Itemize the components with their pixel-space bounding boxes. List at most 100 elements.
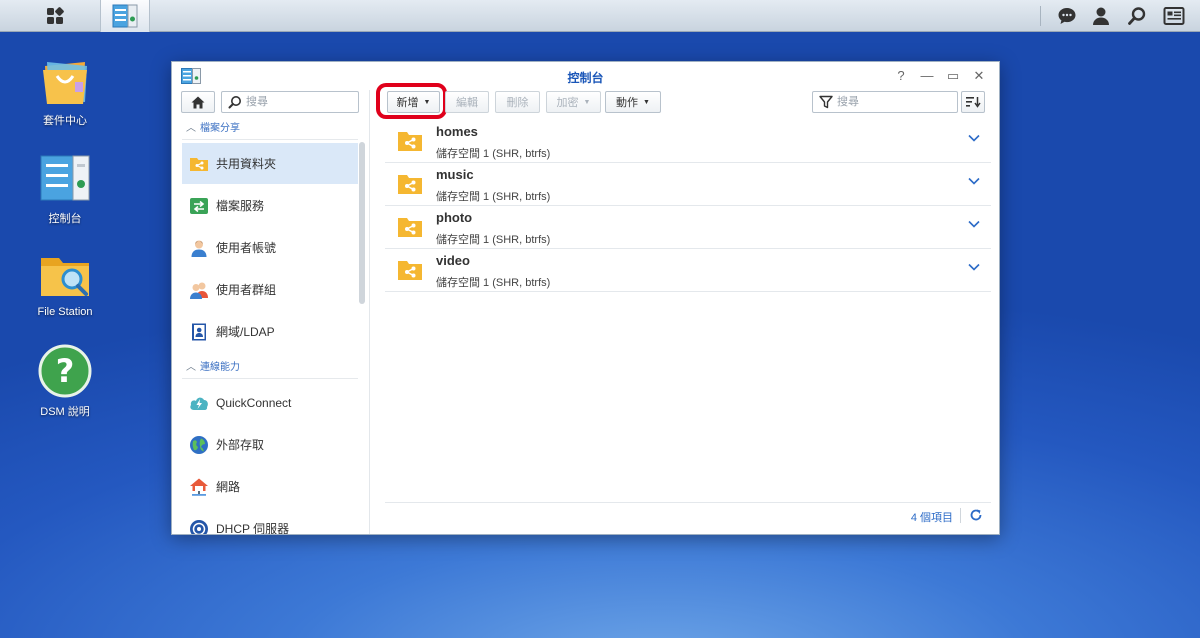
sidebar-scrollbar[interactable] — [359, 142, 365, 304]
svg-text:?: ? — [56, 352, 75, 390]
widgets-button[interactable] — [1157, 0, 1191, 32]
home-button[interactable] — [181, 91, 215, 113]
control-panel-window: 控制台 ? — ▭ ✕ ︿ 檔案分享 — [171, 61, 1000, 535]
chevron-down-icon[interactable] — [968, 177, 980, 185]
desktop-icon-label: 控制台 — [48, 213, 82, 225]
section-header-file-sharing[interactable]: ︿ 檔案分享 — [182, 118, 358, 140]
chevron-down-icon[interactable] — [968, 134, 980, 142]
dhcp-server-icon — [190, 519, 208, 534]
shared-folder-icon — [190, 157, 208, 171]
sidebar-item-file-services[interactable]: 檔案服務 — [182, 185, 358, 226]
folder-volume: 儲存空間 1 (SHR, btrfs) — [436, 191, 551, 203]
folder-name: homes — [436, 124, 478, 139]
search-button[interactable] — [1120, 0, 1154, 32]
sidebar-item-network[interactable]: 網路 — [182, 466, 358, 507]
folder-volume: 儲存空間 1 (SHR, btrfs) — [436, 148, 551, 160]
group-icon — [190, 282, 208, 299]
chevron-up-icon: ︿ — [186, 123, 196, 134]
filter-search-box[interactable] — [812, 91, 958, 113]
filter-search-input[interactable] — [837, 94, 953, 110]
sidebar-search-box[interactable] — [221, 91, 359, 113]
chat-bubble-icon — [1058, 8, 1076, 24]
maximize-icon: ▭ — [946, 68, 960, 83]
sidebar-item-domain-ldap[interactable]: 網域/LDAP — [182, 311, 358, 352]
control-panel-icon — [112, 4, 138, 28]
sidebar-search-input[interactable] — [246, 94, 354, 110]
sidebar-item-user[interactable]: 使用者帳號 — [182, 227, 358, 268]
minimize-button[interactable]: — — [918, 67, 936, 85]
close-icon: ✕ — [973, 68, 985, 83]
shared-folder-list: homes 儲存空間 1 (SHR, btrfs) music 儲存空間 1 (… — [385, 120, 991, 292]
list-item[interactable]: music 儲存空間 1 (SHR, btrfs) — [385, 163, 991, 206]
help-icon: ? — [897, 68, 905, 83]
domain-ldap-icon — [192, 323, 206, 340]
sidebar-item-external-access[interactable]: 外部存取 — [182, 424, 358, 465]
list-item[interactable]: video 儲存空間 1 (SHR, btrfs) — [385, 249, 991, 292]
edit-button[interactable]: 編輯 — [445, 91, 489, 113]
sidebar-item-label: 共用資料夾 — [216, 157, 277, 171]
refresh-icon[interactable] — [969, 508, 983, 522]
chevron-down-icon[interactable] — [968, 263, 980, 271]
shared-folder-icon — [398, 218, 422, 237]
quickconnect-icon — [190, 397, 208, 410]
sidebar-item-label: 檔案服務 — [216, 199, 265, 213]
file-station-icon — [41, 258, 89, 296]
taskbar — [0, 0, 1200, 32]
sidebar-item-quickconnect[interactable]: QuickConnect — [182, 382, 358, 423]
highlight-annotation — [376, 83, 447, 119]
delete-button[interactable]: 刪除 — [495, 91, 540, 113]
taskbar-control-panel-button[interactable] — [100, 0, 150, 32]
shared-folder-icon — [398, 175, 422, 194]
folder-volume: 儲存空間 1 (SHR, btrfs) — [436, 234, 551, 246]
sidebar-item-label: 使用者帳號 — [216, 241, 277, 255]
file-services-icon — [190, 197, 208, 214]
folder-volume: 儲存空間 1 (SHR, btrfs) — [436, 277, 551, 289]
sort-button[interactable] — [961, 91, 985, 113]
shared-folder-icon — [398, 261, 422, 280]
external-access-icon — [190, 435, 208, 454]
filter-icon — [819, 95, 833, 109]
network-icon — [190, 478, 208, 496]
footer-separator — [960, 508, 961, 523]
desktop-icon-label: File Station — [37, 306, 93, 318]
list-item[interactable]: photo 儲存空間 1 (SHR, btrfs) — [385, 206, 991, 249]
sidebar-item-label: 使用者群組 — [216, 283, 277, 297]
window-titlebar[interactable]: 控制台 ? — ▭ ✕ — [172, 62, 999, 90]
main-menu-button[interactable] — [34, 0, 76, 32]
notifications-button[interactable] — [1050, 0, 1084, 32]
encrypt-button[interactable]: 加密 ▼ — [546, 91, 601, 113]
sort-icon — [966, 97, 981, 108]
chevron-up-icon: ︿ — [186, 362, 196, 373]
user-menu-button[interactable] — [1084, 0, 1118, 32]
caret-down-icon: ▼ — [643, 98, 650, 106]
user-icon — [1093, 7, 1109, 25]
section-header-connectivity[interactable]: ︿ 連線能力 — [182, 357, 358, 379]
help-icon: ? — [38, 344, 92, 398]
desktop-icon-file-station[interactable]: File Station — [20, 246, 110, 318]
list-item[interactable]: homes 儲存空間 1 (SHR, btrfs) — [385, 120, 991, 163]
sidebar-item-label: 網路 — [216, 480, 241, 494]
sidebar-item-label: 外部存取 — [216, 438, 265, 452]
help-button[interactable]: ? — [892, 67, 910, 85]
sidebar-item-label: DHCP 伺服器 — [216, 522, 290, 534]
item-count: 4 個項目 — [910, 512, 953, 524]
home-icon — [191, 96, 205, 108]
chevron-down-icon[interactable] — [968, 220, 980, 228]
desktop-icon-dsm-help[interactable]: ? DSM 說明 — [20, 343, 110, 419]
maximize-button[interactable]: ▭ — [944, 67, 962, 85]
folder-name: photo — [436, 210, 473, 225]
desktop-icon-package-center[interactable]: 套件中心 — [20, 52, 110, 128]
taskbar-separator — [1040, 6, 1041, 26]
encrypt-label: 加密 — [556, 97, 579, 109]
list-footer: 4 個項目 — [385, 502, 991, 528]
sidebar-item-shared-folder[interactable]: 共用資料夾 — [182, 143, 358, 184]
desktop-icon-control-panel[interactable]: 控制台 — [20, 150, 110, 226]
search-icon — [1128, 7, 1146, 25]
search-icon — [228, 96, 241, 109]
sidebar-item-dhcp-server[interactable]: DHCP 伺服器 — [182, 508, 358, 534]
action-button[interactable]: 動作 ▼ — [605, 91, 661, 113]
main-menu-icon — [47, 7, 64, 24]
shared-folder-icon — [398, 132, 422, 151]
close-button[interactable]: ✕ — [970, 67, 988, 85]
sidebar-item-group[interactable]: 使用者群組 — [182, 269, 358, 310]
